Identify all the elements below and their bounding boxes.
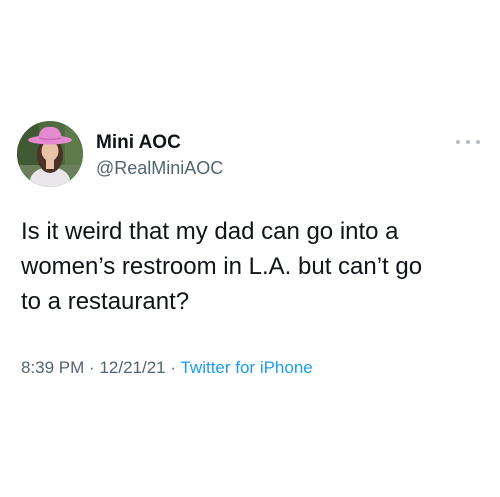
tweet-date[interactable]: 12/21/21 (99, 358, 165, 377)
meta-separator: · (170, 358, 177, 377)
tweet-text-line: to a restaurant? (21, 288, 190, 315)
display-name[interactable]: Mini AOC (96, 132, 181, 154)
user-handle[interactable]: @RealMiniAOC (96, 158, 223, 179)
avatar-image (17, 121, 83, 187)
avatar[interactable] (17, 121, 83, 187)
dot (466, 140, 470, 144)
dot (456, 140, 460, 144)
tweet-time[interactable]: 8:39 PM (21, 358, 84, 377)
tweet-source-link[interactable]: Twitter for iPhone (180, 358, 312, 377)
tweet-text-line: Is it weird that my dad can go into a (21, 218, 399, 245)
tweet-card: Mini AOC @RealMiniAOC Is it weird that m… (0, 0, 500, 497)
tweet-text-line: women’s restroom in L.A. but can’t go (21, 253, 423, 280)
more-dots-icon[interactable] (456, 136, 480, 148)
tweet-meta: 8:39 PM · 12/21/21 · Twitter for iPhone (21, 358, 313, 378)
meta-separator: · (89, 358, 95, 377)
dot (476, 140, 480, 144)
tweet-text: Is it weird that my dad can go into a wo… (21, 214, 491, 319)
